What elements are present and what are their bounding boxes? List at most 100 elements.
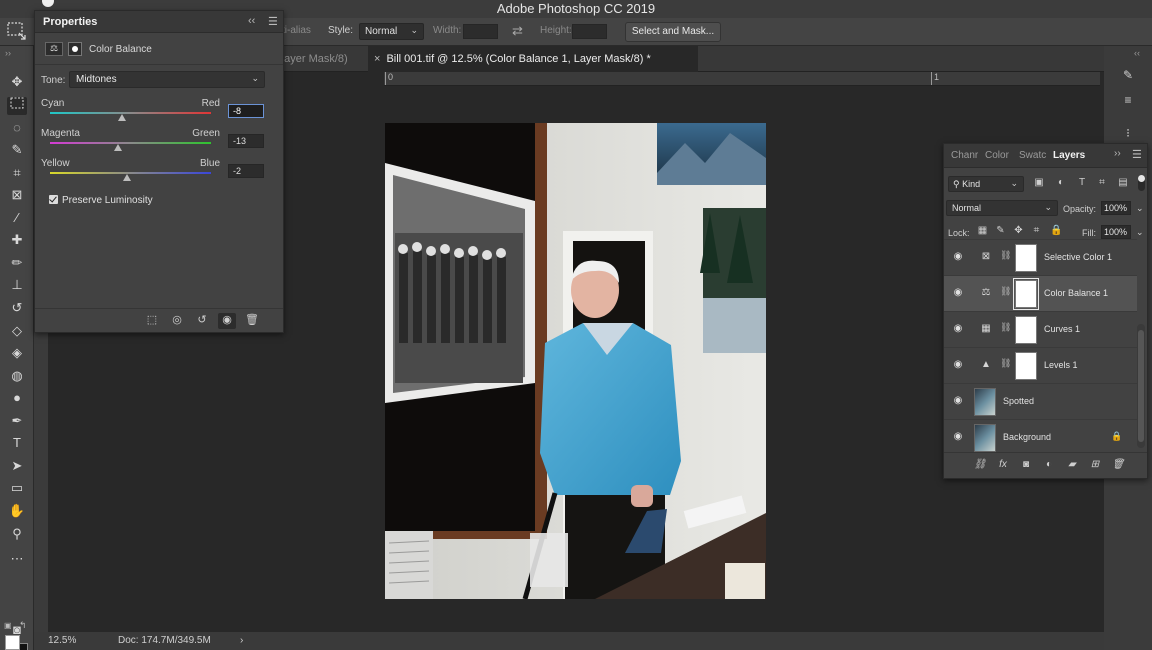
filter-pixel-icon[interactable]: ▣	[1032, 177, 1046, 191]
close-tab-icon[interactable]: ×	[374, 53, 380, 65]
layer-thumbnail[interactable]	[974, 424, 996, 452]
eye-icon[interactable]: ◉	[952, 251, 964, 263]
yellow-blue-value-field[interactable]: -2	[228, 164, 264, 178]
delete-layer-icon[interactable]: 🗑	[1110, 459, 1126, 473]
panel-menu-icon[interactable]: ☰	[268, 15, 278, 28]
height-field[interactable]	[572, 24, 607, 39]
adjustments-icon[interactable]: ≡	[1118, 93, 1138, 111]
eyedropper-tool-icon[interactable]: ⁄	[7, 210, 27, 228]
layer-mask-thumbnail[interactable]	[1015, 244, 1037, 272]
fill-field[interactable]: 100%	[1101, 225, 1131, 239]
filter-shape-icon[interactable]: ⌗	[1095, 177, 1109, 191]
lock-icon[interactable]: 🔒	[1111, 431, 1122, 442]
swap-width-height-icon[interactable]: ⇄	[512, 23, 523, 39]
reset-icon[interactable]: ↺	[193, 313, 211, 329]
layer-row[interactable]: ◉ Background 🔒	[944, 419, 1137, 455]
edit-toolbar-icon[interactable]: ⋯	[7, 551, 27, 569]
layer-mask-thumbnail[interactable]	[1013, 278, 1039, 310]
paint-bucket-tool-icon[interactable]: ◈	[7, 345, 27, 363]
zoom-level[interactable]: 12.5%	[48, 635, 76, 646]
filter-kind-select[interactable]: ⚲ Kind ⌄	[948, 176, 1024, 192]
quick-selection-tool-icon[interactable]: ✎	[7, 142, 27, 160]
clone-stamp-tool-icon[interactable]: ⊥	[7, 277, 27, 295]
layer-name[interactable]: Curves 1	[1044, 324, 1080, 334]
blend-mode-select[interactable]: Normal ⌄	[946, 200, 1058, 216]
link-icon[interactable]: ⛓	[1000, 250, 1011, 266]
expand-panels-icon[interactable]: ‹‹	[1134, 48, 1140, 58]
opacity-field[interactable]: 100%	[1101, 201, 1131, 215]
layer-mask-thumbnail[interactable]	[1015, 316, 1037, 344]
magenta-green-slider-thumb[interactable]	[113, 144, 122, 151]
panel-menu-icon[interactable]: ☰	[1132, 148, 1142, 161]
layer-style-fx-icon[interactable]: fx	[995, 459, 1011, 473]
filter-toggle[interactable]	[1138, 175, 1145, 191]
collapse-panel-icon[interactable]: ››	[1114, 148, 1121, 159]
brush-tool-icon[interactable]: ✏	[7, 255, 27, 273]
layer-mask-thumbnail[interactable]	[1015, 352, 1037, 380]
layers-scrollbar[interactable]	[1137, 324, 1145, 448]
hand-tool-icon[interactable]: ✋	[7, 503, 27, 521]
layer-thumbnail[interactable]	[974, 388, 996, 416]
layer-name[interactable]: Color Balance 1	[1044, 288, 1108, 298]
brush-settings-icon[interactable]: ✎	[1118, 68, 1138, 86]
rectangular-marquee-tool-icon[interactable]	[7, 97, 27, 115]
cyan-red-value-field[interactable]: -8	[228, 104, 264, 118]
new-adjustment-layer-icon[interactable]: ◐	[1041, 459, 1057, 473]
horizontal-ruler[interactable]: 0 1	[384, 72, 1100, 86]
properties-dock-icon[interactable]: ⁝	[1118, 126, 1138, 144]
yellow-blue-slider-thumb[interactable]	[123, 174, 132, 181]
lock-artboard-icon[interactable]: ⌗	[1030, 225, 1043, 238]
layer-row-selected[interactable]: ◉ ⚖ ⛓ Color Balance 1	[944, 275, 1137, 311]
lasso-tool-icon[interactable]: ◌	[7, 120, 27, 138]
document-tab-inactive[interactable]: Layer Mask/8)	[278, 46, 348, 72]
new-layer-icon[interactable]: ⊞	[1087, 459, 1103, 473]
anti-alias-label[interactable]: ti-alias	[282, 25, 311, 36]
healing-brush-tool-icon[interactable]: ✚	[7, 232, 27, 250]
preserve-luminosity-checkbox[interactable]: Preserve Luminosity	[49, 195, 153, 206]
link-icon[interactable]: ⛓	[1000, 358, 1011, 374]
type-tool-icon[interactable]: T	[7, 435, 27, 453]
collapse-panel-icon[interactable]: ‹‹	[248, 15, 255, 27]
marquee-tool-preset-icon[interactable]	[6, 20, 28, 42]
color-balance-icon[interactable]: ⚖	[45, 42, 63, 56]
link-icon[interactable]: ⛓	[1000, 322, 1011, 338]
history-brush-tool-icon[interactable]: ↺	[7, 300, 27, 318]
tab-color[interactable]: Color	[985, 150, 1009, 161]
dodge-tool-icon[interactable]: ●	[7, 390, 27, 408]
eye-icon[interactable]: ◉	[952, 323, 964, 335]
crop-tool-icon[interactable]: ⌗	[7, 165, 27, 183]
status-menu-button[interactable]: ›	[240, 635, 243, 646]
frame-tool-icon[interactable]: ⊠	[7, 187, 27, 205]
layer-name[interactable]: Spotted	[1003, 396, 1034, 406]
magenta-green-slider-track[interactable]	[50, 142, 211, 144]
checkbox-checked-icon[interactable]	[49, 195, 58, 204]
clip-to-layer-icon[interactable]: ⬚	[143, 313, 161, 329]
collapse-tools-icon[interactable]: ››	[5, 48, 11, 58]
tone-select[interactable]: Midtones ⌄	[69, 71, 265, 88]
move-tool-icon[interactable]: ✥	[7, 74, 27, 92]
eraser-tool-icon[interactable]: ◇	[7, 323, 27, 341]
layer-name[interactable]: Levels 1	[1044, 360, 1078, 370]
width-field[interactable]	[463, 24, 498, 39]
layer-name[interactable]: Selective Color 1	[1044, 252, 1112, 262]
path-selection-tool-icon[interactable]: ➤	[7, 458, 27, 476]
foreground-color-swatch[interactable]	[5, 635, 20, 650]
zoom-tool-icon[interactable]: ⚲	[7, 526, 27, 544]
new-group-icon[interactable]: ▰	[1064, 459, 1080, 473]
delete-adjustment-icon[interactable]: 🗑	[243, 313, 261, 329]
cyan-red-slider-track[interactable]	[50, 112, 211, 114]
layer-mask-icon[interactable]	[68, 42, 82, 56]
lock-image-pixels-icon[interactable]: ✎	[994, 225, 1007, 238]
select-and-mask-button[interactable]: Select and Mask...	[625, 22, 721, 42]
lock-all-icon[interactable]: 🔒	[1050, 225, 1063, 238]
filter-smart-object-icon[interactable]: ▤	[1116, 177, 1130, 191]
properties-header[interactable]: Properties ‹‹ ☰	[35, 11, 283, 33]
lock-transparent-pixels-icon[interactable]: ▦	[976, 225, 989, 238]
layer-row[interactable]: ◉ ⊠ ⛓ Selective Color 1	[944, 239, 1137, 275]
view-previous-state-icon[interactable]: ◎	[168, 313, 186, 329]
tab-channels[interactable]: Chanr	[951, 150, 978, 161]
lock-position-icon[interactable]: ✥	[1012, 225, 1025, 238]
filter-type-icon[interactable]: T	[1075, 177, 1089, 191]
magenta-green-value-field[interactable]: -13	[228, 134, 264, 148]
eye-icon[interactable]: ◉	[952, 395, 964, 407]
